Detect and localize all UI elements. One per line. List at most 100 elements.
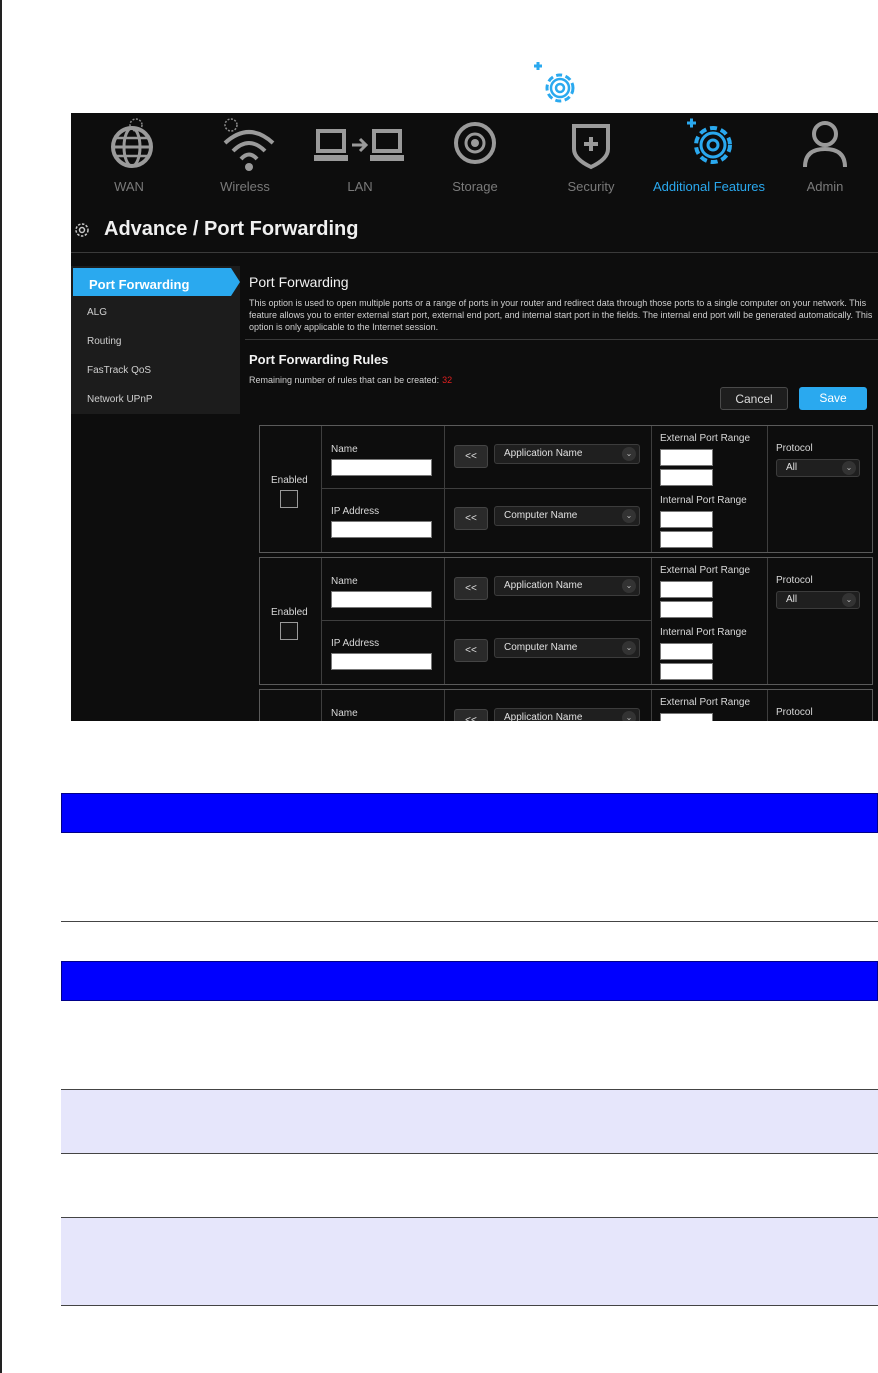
sidebar-item-label: Port Forwarding — [89, 277, 190, 292]
copy-application-button[interactable]: << — [454, 709, 488, 721]
gear-icon — [687, 118, 732, 164]
chevron-down-icon: ⌄ — [622, 509, 636, 523]
rule-row: Enabled Name IP Address << Application N… — [259, 557, 873, 685]
external-start-port-input[interactable] — [660, 449, 713, 466]
nav-item-wireless[interactable]: Wireless — [190, 113, 300, 201]
internal-start-port-input[interactable] — [660, 643, 713, 660]
sidebar-item-port-forwarding[interactable]: Port Forwarding — [73, 268, 231, 296]
divider — [444, 690, 445, 721]
table-row-shaded — [61, 1090, 878, 1153]
sidebar-item-alg[interactable]: ALG — [87, 307, 107, 318]
divider — [651, 690, 652, 721]
protocol-label: Protocol — [776, 575, 813, 586]
rule-row: Name << Application Name ⌄ External Port … — [259, 689, 873, 721]
chevron-down-icon: ⌄ — [842, 461, 856, 475]
nav-label-wan: WAN — [114, 179, 144, 194]
table-header-bar — [61, 793, 878, 833]
divider — [444, 426, 445, 552]
select-value: Computer Name — [504, 510, 578, 521]
sidebar-item-routing[interactable]: Routing — [87, 336, 121, 347]
divider — [321, 620, 444, 621]
remaining-label: Remaining number of rules that can be cr… — [249, 375, 440, 385]
divider — [321, 558, 322, 684]
ip-address-input[interactable] — [331, 521, 432, 538]
external-start-port-input[interactable] — [660, 713, 713, 721]
nav-label-security: Security — [567, 179, 615, 194]
side-menu: Port Forwarding ALG Routing FasTrack QoS… — [71, 266, 240, 414]
select-value: Application Name — [504, 712, 583, 721]
divider — [245, 339, 878, 340]
remaining-count: 32 — [442, 375, 453, 385]
divider — [767, 690, 768, 721]
divider — [444, 620, 651, 621]
enabled-label: Enabled — [271, 607, 308, 618]
name-input[interactable] — [331, 591, 432, 608]
copy-computer-button[interactable]: << — [454, 507, 488, 530]
remaining-rules-text: Remaining number of rules that can be cr… — [249, 375, 452, 385]
ip-address-label: IP Address — [331, 506, 380, 517]
divider — [321, 426, 322, 552]
name-label: Name — [331, 444, 358, 455]
section-title: Port Forwarding — [249, 274, 349, 290]
computer-name-select[interactable]: Computer Name ⌄ — [494, 506, 640, 526]
external-port-range-label: External Port Range — [660, 697, 751, 708]
sidebar-item-network-upnp[interactable]: Network UPnP — [87, 394, 153, 405]
select-value: Application Name — [504, 580, 583, 591]
internal-end-port-input[interactable] — [660, 531, 713, 548]
divider — [767, 426, 768, 552]
lan-icon — [314, 129, 404, 161]
nav-item-additional-features[interactable]: Additional Features — [653, 113, 765, 201]
top-navigation: WAN Wireless LAN Storage Security Additi… — [71, 113, 878, 201]
section-description: This option is used to open multiple por… — [249, 298, 873, 332]
divider — [444, 488, 651, 489]
user-icon — [803, 121, 847, 168]
computer-name-select[interactable]: Computer Name ⌄ — [494, 638, 640, 658]
nav-item-storage[interactable]: Storage — [420, 113, 530, 201]
copy-application-button[interactable]: << — [454, 445, 488, 468]
copy-computer-button[interactable]: << — [454, 639, 488, 662]
protocol-select[interactable]: All ⌄ — [776, 459, 860, 477]
page-left-border — [0, 0, 2, 1373]
application-name-select[interactable]: Application Name ⌄ — [494, 576, 640, 596]
chevron-down-icon: ⌄ — [622, 641, 636, 655]
nav-label-lan: LAN — [347, 179, 373, 194]
internal-end-port-input[interactable] — [660, 663, 713, 680]
storage-icon — [454, 122, 496, 164]
copy-application-button[interactable]: << — [454, 577, 488, 600]
chevron-down-icon: ⌄ — [622, 711, 636, 721]
save-button[interactable]: Save — [799, 387, 867, 410]
cancel-button[interactable]: Cancel — [720, 387, 788, 410]
divider — [651, 558, 652, 684]
enabled-checkbox[interactable] — [280, 490, 298, 508]
globe-icon — [111, 118, 153, 168]
name-input[interactable] — [331, 459, 432, 476]
shield-icon — [572, 124, 610, 170]
rules-title: Port Forwarding Rules — [249, 352, 389, 367]
ip-address-label: IP Address — [331, 638, 380, 649]
nav-item-wan[interactable]: WAN — [74, 113, 184, 201]
divider — [444, 558, 445, 684]
small-gear-icon — [75, 223, 89, 237]
rule-row: Enabled Name IP Address << Application N… — [259, 425, 873, 553]
nav-label-wireless: Wireless — [220, 179, 270, 194]
nav-item-security[interactable]: Security — [536, 113, 646, 201]
divider — [71, 252, 878, 253]
external-port-range-label: External Port Range — [660, 433, 751, 444]
chevron-down-icon: ⌄ — [622, 579, 636, 593]
internal-port-range-label: Internal Port Range — [660, 495, 747, 506]
enabled-checkbox[interactable] — [280, 622, 298, 640]
external-end-port-input[interactable] — [660, 469, 713, 486]
ip-address-input[interactable] — [331, 653, 432, 670]
table-row-shaded — [61, 1218, 878, 1305]
external-end-port-input[interactable] — [660, 601, 713, 618]
protocol-select[interactable]: All ⌄ — [776, 591, 860, 609]
internal-start-port-input[interactable] — [660, 511, 713, 528]
external-start-port-input[interactable] — [660, 581, 713, 598]
table-header-bar — [61, 961, 878, 1001]
table-rule — [61, 1153, 878, 1154]
nav-item-lan[interactable]: LAN — [305, 113, 415, 201]
application-name-select[interactable]: Application Name ⌄ — [494, 708, 640, 721]
application-name-select[interactable]: Application Name ⌄ — [494, 444, 640, 464]
nav-item-admin[interactable]: Admin — [770, 113, 878, 201]
sidebar-item-fastrack-qos[interactable]: FasTrack QoS — [87, 365, 151, 376]
